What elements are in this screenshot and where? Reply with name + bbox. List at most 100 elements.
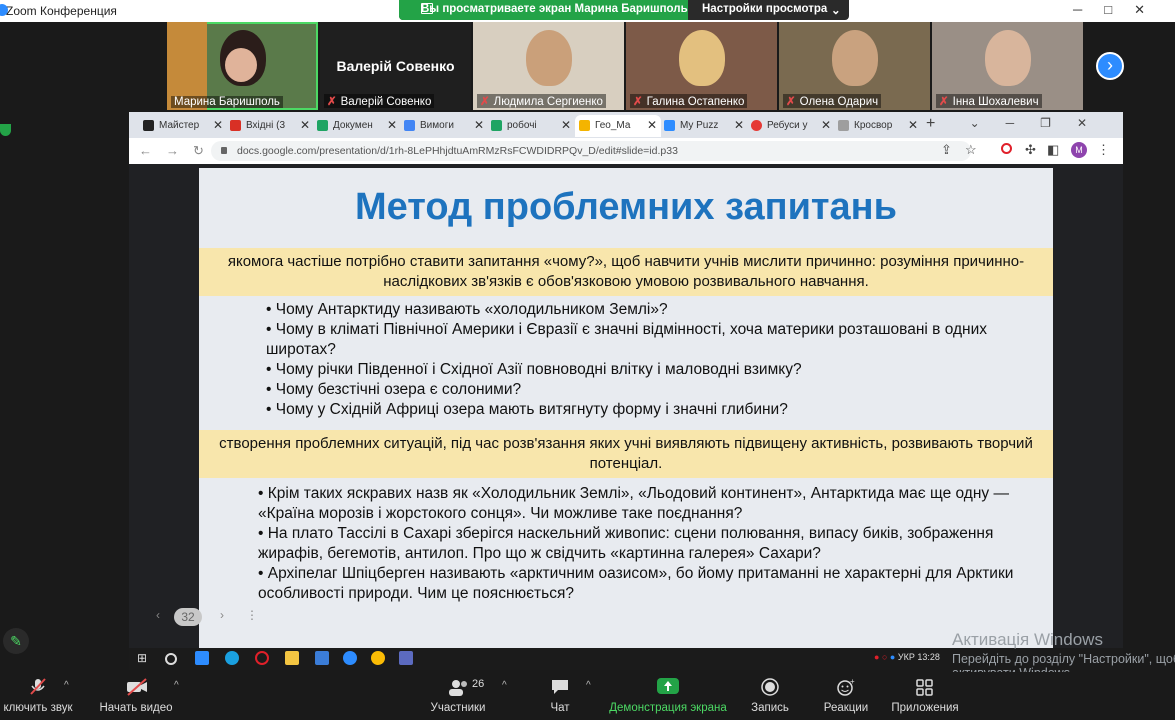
muted-mic-icon: ✗ bbox=[327, 96, 337, 108]
next-page-arrow-icon[interactable]: › bbox=[1096, 52, 1124, 80]
microphone-muted-icon bbox=[28, 678, 48, 696]
camera-off-icon bbox=[126, 678, 147, 696]
reactions-icon: + bbox=[836, 677, 856, 696]
next-slide-icon[interactable]: › bbox=[220, 608, 224, 622]
list-item: • Архіпелаг Шпіцберген називають «арктич… bbox=[258, 565, 1014, 602]
close-tab-icon[interactable]: ✕ bbox=[474, 118, 484, 132]
participant-name: Марина Баришполь bbox=[171, 96, 283, 108]
close-tab-icon[interactable]: ✕ bbox=[647, 118, 657, 132]
question-list-2: • Крім таких яскравих назв як «Холодильн… bbox=[258, 484, 1018, 604]
participants-count: 26 bbox=[472, 678, 485, 690]
opera-icon[interactable] bbox=[255, 651, 269, 665]
browser-tab[interactable]: Докумен ✕ bbox=[317, 115, 401, 137]
close-tab-icon[interactable]: ✕ bbox=[908, 118, 918, 132]
participant-video bbox=[984, 30, 1031, 86]
browser-tab[interactable]: Майстер ✕ bbox=[143, 115, 227, 137]
browser-tab-active[interactable]: Гео_Ма ✕ bbox=[575, 115, 661, 137]
record-button[interactable]: Запись bbox=[744, 672, 796, 720]
slide-highlight-1: якомога частіше потрібно ставити запитан… bbox=[199, 248, 1053, 296]
tray-lang[interactable]: УКР bbox=[898, 652, 915, 662]
nav-buttons[interactable]: ←→↻ bbox=[139, 143, 218, 159]
participant-video bbox=[525, 30, 572, 86]
slide-number: 32 bbox=[174, 608, 202, 626]
url-input[interactable]: docs.google.com/presentation/d/1rh-8LePH… bbox=[211, 141, 971, 161]
share-screen-button[interactable]: Демонстрация экрана bbox=[606, 672, 730, 720]
reactions-button[interactable]: + Реакции bbox=[818, 672, 874, 720]
participant-name-large: Валерій Совенко bbox=[336, 58, 455, 74]
svg-text:+: + bbox=[850, 678, 855, 686]
chevron-up-icon[interactable]: ^ bbox=[586, 680, 591, 691]
zoom-icon[interactable] bbox=[343, 651, 357, 665]
slide: Метод проблемних запитань якомога частіш… bbox=[199, 168, 1053, 648]
windows-start-icon[interactable]: ⊞ bbox=[137, 651, 147, 665]
edge-icon[interactable] bbox=[225, 651, 239, 665]
close-tab-icon[interactable]: ✕ bbox=[300, 118, 310, 132]
start-video-button[interactable]: Начать видео ^ bbox=[96, 672, 179, 720]
app-icon[interactable] bbox=[195, 651, 209, 665]
apps-icon bbox=[915, 678, 935, 696]
new-tab-button[interactable]: + bbox=[926, 115, 935, 133]
meeting-toolbar: ключить звук ^ Начать видео ^ 26 Участни… bbox=[0, 672, 1175, 720]
puzzle-icon bbox=[664, 120, 675, 131]
participant-face bbox=[225, 48, 257, 82]
chevron-down-icon[interactable]: ⌄ bbox=[831, 3, 841, 17]
app-icon[interactable] bbox=[399, 651, 413, 665]
participant-tile[interactable]: Марина Баришполь bbox=[167, 22, 318, 110]
security-shield-icon[interactable] bbox=[0, 124, 11, 136]
list-item: • Чому Антарктиду називають «холодильник… bbox=[266, 301, 668, 318]
slide-navigation: ‹ 32 › ⋮ bbox=[146, 604, 266, 630]
drive-icon bbox=[317, 120, 328, 131]
browser-tab[interactable]: My Puzz ✕ bbox=[664, 115, 748, 137]
question-list-1: • Чому Антарктиду називають «холодильник… bbox=[266, 300, 1026, 420]
browser-tab[interactable]: робочі ✕ bbox=[491, 115, 575, 137]
extensions-icon[interactable]: ✣ bbox=[1025, 142, 1036, 158]
previous-slide-icon[interactable]: ‹ bbox=[156, 608, 160, 622]
window-controls[interactable]: ─□✕ bbox=[1073, 2, 1167, 18]
docs-icon bbox=[404, 120, 415, 131]
menu-icon[interactable]: ⋮ bbox=[1097, 142, 1110, 158]
participant-name: ✗ Олена Одарич bbox=[783, 94, 882, 108]
close-tab-icon[interactable]: ✕ bbox=[387, 118, 397, 132]
browser-tab[interactable]: Ребуси у ✕ bbox=[751, 115, 835, 137]
list-item: • На плато Тассілі в Сахарі зберігся нас… bbox=[258, 525, 994, 562]
mail-icon[interactable] bbox=[315, 651, 329, 665]
close-tab-icon[interactable]: ✕ bbox=[561, 118, 571, 132]
chat-button[interactable]: Чат ^ bbox=[540, 672, 591, 720]
tray-time: 13:28 bbox=[917, 652, 940, 662]
sidebar-icon[interactable]: ◧ bbox=[1047, 142, 1059, 158]
list-item: • Крім таких яскравих назв як «Холодильн… bbox=[258, 485, 1009, 522]
share-icon[interactable]: ⇪ bbox=[941, 142, 952, 158]
browser-tab[interactable]: Вхідні (3 ✕ bbox=[230, 115, 314, 137]
apps-button[interactable]: Приложения bbox=[888, 672, 962, 720]
view-options-button[interactable]: Настройки просмотра bbox=[702, 3, 827, 15]
browser-tab[interactable]: Кросвор ✕ bbox=[838, 115, 922, 137]
participant-tile[interactable]: ✗ Інна Шохалевич bbox=[932, 22, 1083, 110]
slides-icon bbox=[579, 120, 590, 131]
mute-button[interactable]: ключить звук ^ bbox=[0, 672, 76, 720]
chevron-up-icon[interactable]: ^ bbox=[502, 680, 507, 691]
participant-name: ✗ Галина Остапенко bbox=[630, 94, 748, 108]
address-bar-row: ←→↻ docs.google.com/presentation/d/1rh-8… bbox=[129, 138, 1123, 164]
participant-tile[interactable]: ✗ Галина Остапенко bbox=[626, 22, 777, 110]
opera-icon[interactable] bbox=[1001, 143, 1012, 154]
profile-avatar[interactable]: M bbox=[1071, 142, 1087, 158]
more-options-icon[interactable]: ⋮ bbox=[246, 608, 258, 622]
close-tab-icon[interactable]: ✕ bbox=[734, 118, 744, 132]
share-banner: Вы просматриваете экран Марина Баришполь… bbox=[399, 0, 849, 20]
participant-tile[interactable]: ✗ Олена Одарич bbox=[779, 22, 930, 110]
participant-tile[interactable]: ✗ Людмила Сергиенко bbox=[473, 22, 624, 110]
participants-button[interactable]: 26 Участники ^ bbox=[428, 672, 507, 720]
close-tab-icon[interactable]: ✕ bbox=[821, 118, 831, 132]
chevron-up-icon[interactable]: ^ bbox=[174, 680, 179, 691]
folder-icon[interactable] bbox=[285, 651, 299, 665]
participant-tile[interactable]: Валерій Совенко ✗ Валерій Совенко bbox=[320, 22, 471, 110]
search-icon[interactable] bbox=[165, 653, 177, 665]
browser-tab[interactable]: Вимоги ✕ bbox=[404, 115, 488, 137]
annotate-pencil-icon[interactable]: ✎ bbox=[3, 628, 29, 654]
chrome-tray-icon: ● bbox=[874, 652, 880, 662]
close-tab-icon[interactable]: ✕ bbox=[213, 118, 223, 132]
chrome-icon[interactable] bbox=[371, 651, 385, 665]
browser-window-controls[interactable]: ⌄─❐✕ bbox=[970, 116, 1113, 130]
star-icon[interactable]: ☆ bbox=[965, 142, 977, 158]
chevron-up-icon[interactable]: ^ bbox=[64, 680, 69, 691]
